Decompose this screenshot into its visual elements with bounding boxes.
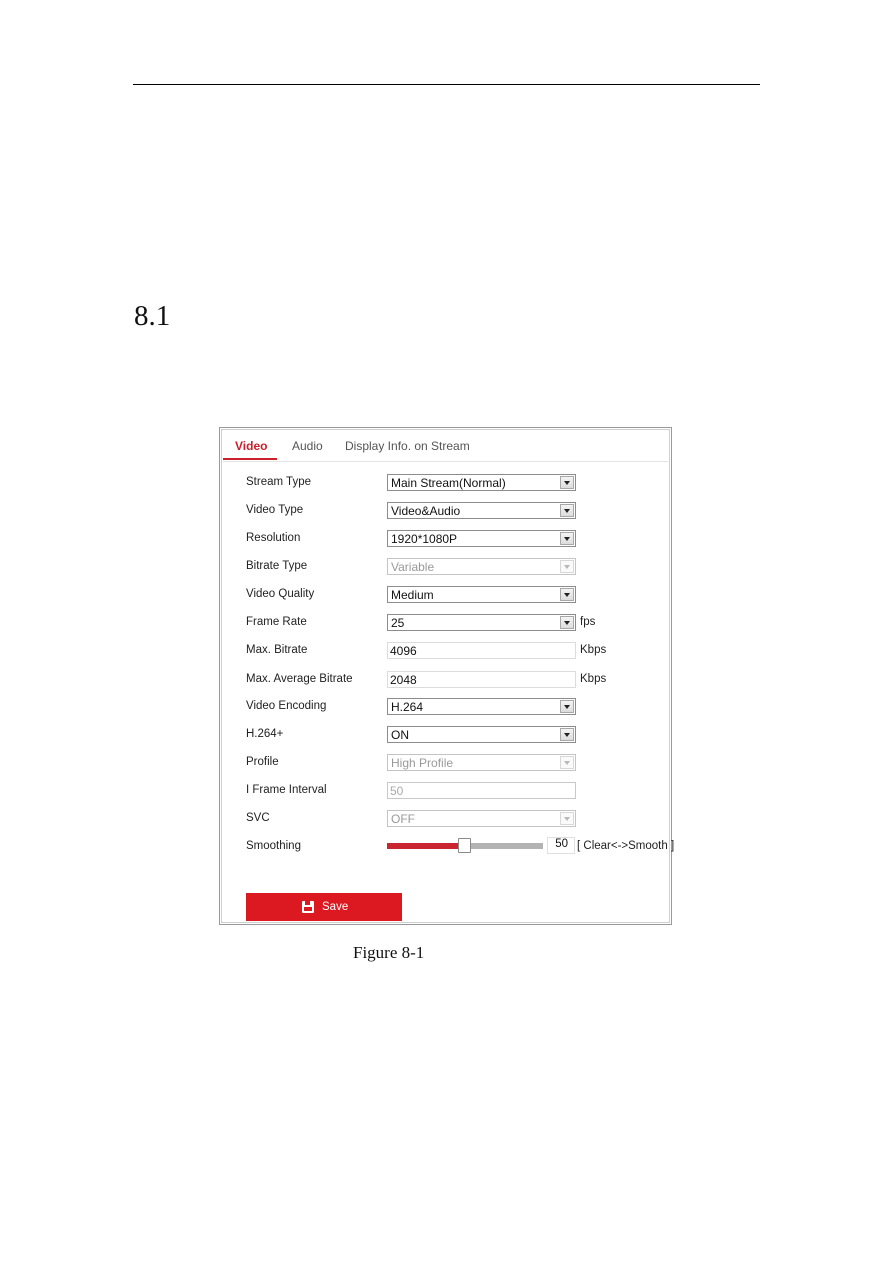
active-tab-indicator — [223, 458, 277, 460]
tab-display-info-on-stream[interactable]: Display Info. on Stream — [345, 439, 470, 453]
chevron-down-icon[interactable] — [560, 476, 574, 489]
h264-plus-label: H.264+ — [246, 728, 284, 740]
resolution-select[interactable]: 1920*1080P — [387, 530, 576, 547]
video-encoding-select[interactable]: H.264 — [387, 698, 576, 715]
bitrate-type-value: Variable — [391, 560, 435, 574]
svc-select: OFF — [387, 810, 576, 827]
resolution-value: 1920*1080P — [391, 532, 458, 546]
max-bitrate-label: Max. Bitrate — [246, 644, 308, 656]
row-smoothing: Smoothing 50 [ Clear<->Smooth ] — [246, 837, 674, 856]
chevron-down-icon — [560, 812, 574, 825]
tab-audio[interactable]: Audio — [292, 439, 323, 453]
chevron-down-icon[interactable] — [560, 700, 574, 713]
video-type-label: Video Type — [246, 504, 304, 516]
resolution-label: Resolution — [246, 532, 301, 544]
header-rule — [133, 84, 760, 85]
chevron-down-icon — [560, 756, 574, 769]
bitrate-type-select: Variable — [387, 558, 576, 575]
profile-label: Profile — [246, 756, 279, 768]
chevron-down-icon[interactable] — [560, 532, 574, 545]
video-type-select[interactable]: Video&Audio — [387, 502, 576, 519]
h264-plus-value: ON — [391, 728, 409, 742]
profile-value: High Profile — [391, 756, 454, 770]
save-button-label: Save — [322, 901, 349, 913]
section-number: 8.1 — [134, 300, 171, 332]
floppy-disk-icon — [302, 901, 314, 913]
stream-type-select[interactable]: Main Stream(Normal) — [387, 474, 576, 491]
smoothing-hint: [ Clear<->Smooth ] — [577, 840, 675, 852]
chevron-down-icon[interactable] — [560, 588, 574, 601]
video-settings-panel: Video Audio Display Info. on Stream Stre… — [219, 427, 674, 925]
max-bitrate-input[interactable]: 4096 — [387, 642, 576, 659]
video-encoding-label: Video Encoding — [246, 700, 327, 712]
chevron-down-icon[interactable] — [560, 616, 574, 629]
svc-value: OFF — [391, 812, 415, 826]
chevron-down-icon — [560, 560, 574, 573]
video-quality-label: Video Quality — [246, 588, 315, 600]
tab-bar: Video Audio Display Info. on Stream — [223, 431, 668, 462]
save-button[interactable]: Save — [246, 893, 402, 921]
i-frame-interval-value: 50 — [390, 784, 404, 798]
bitrate-type-label: Bitrate Type — [246, 560, 308, 572]
video-quality-value: Medium — [391, 588, 434, 602]
video-type-value: Video&Audio — [391, 504, 461, 518]
max-average-bitrate-value: 2048 — [390, 673, 417, 687]
max-bitrate-value: 4096 — [390, 644, 417, 658]
smoothing-value-input[interactable]: 50 — [547, 837, 575, 854]
smoothing-slider-handle[interactable] — [458, 838, 471, 853]
i-frame-interval-input: 50 — [387, 782, 576, 799]
profile-select: High Profile — [387, 754, 576, 771]
smoothing-label: Smoothing — [246, 840, 301, 852]
frame-rate-value: 25 — [391, 616, 405, 630]
frame-rate-label: Frame Rate — [246, 616, 307, 628]
frame-rate-select[interactable]: 25 — [387, 614, 576, 631]
smoothing-slider-fill — [387, 843, 465, 849]
max-average-bitrate-unit: Kbps — [580, 673, 607, 685]
svc-label: SVC — [246, 812, 270, 824]
chevron-down-icon[interactable] — [560, 504, 574, 517]
figure-caption: Figure 8-1 — [353, 943, 425, 962]
video-quality-select[interactable]: Medium — [387, 586, 576, 603]
i-frame-interval-label: I Frame Interval — [246, 784, 327, 796]
chevron-down-icon[interactable] — [560, 728, 574, 741]
max-average-bitrate-label: Max. Average Bitrate — [246, 673, 353, 685]
smoothing-slider[interactable] — [387, 838, 543, 853]
stream-type-value: Main Stream(Normal) — [391, 476, 506, 490]
tab-video[interactable]: Video — [235, 439, 267, 453]
h264-plus-select[interactable]: ON — [387, 726, 576, 743]
max-bitrate-unit: Kbps — [580, 644, 607, 656]
frame-rate-unit: fps — [580, 616, 596, 628]
video-encoding-value: H.264 — [391, 700, 424, 714]
stream-type-label: Stream Type — [246, 476, 311, 488]
max-average-bitrate-input[interactable]: 2048 — [387, 671, 576, 688]
